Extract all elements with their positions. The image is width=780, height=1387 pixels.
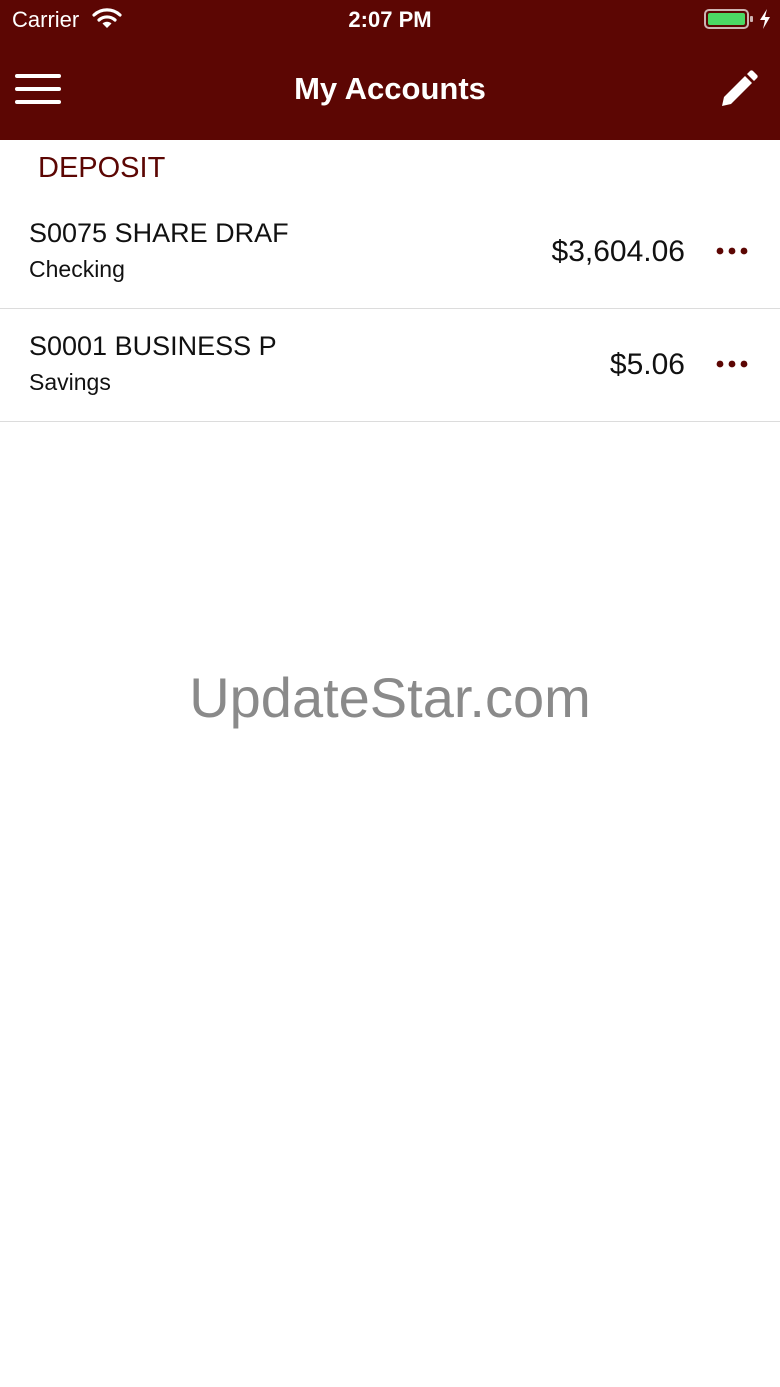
section-header-deposit: DEPOSIT: [38, 152, 166, 184]
more-options-button[interactable]: [708, 234, 756, 270]
nav-bar: My Accounts: [0, 40, 780, 140]
account-name: S0001 BUSINESS P: [29, 331, 277, 361]
edit-button[interactable]: [712, 60, 768, 116]
more-dots-icon: [716, 360, 748, 368]
account-row[interactable]: S0001 BUSINESS P Savings $5.06: [0, 309, 780, 422]
account-balance: $3,604.06: [551, 235, 685, 268]
app-header: Carrier 2:07 PM My Accounts: [0, 0, 780, 140]
account-row[interactable]: S0075 SHARE DRAF Checking $3,604.06: [0, 196, 780, 309]
more-dots-icon: [716, 247, 748, 255]
more-options-button[interactable]: [708, 347, 756, 383]
status-time: 2:07 PM: [348, 7, 432, 32]
battery-icon: [704, 8, 754, 30]
account-name: S0075 SHARE DRAF: [29, 218, 289, 248]
account-type: Checking: [29, 256, 125, 282]
screen: Carrier 2:07 PM My Accounts DEPOSIT S007…: [0, 0, 780, 1387]
pencil-icon: [722, 70, 758, 106]
account-type: Savings: [29, 369, 111, 395]
page-title: My Accounts: [294, 71, 486, 106]
status-bar: Carrier 2:07 PM: [0, 0, 780, 40]
account-balance: $5.06: [609, 348, 685, 381]
charging-icon: [758, 8, 772, 30]
watermark-text: UpdateStar.com: [189, 666, 591, 729]
